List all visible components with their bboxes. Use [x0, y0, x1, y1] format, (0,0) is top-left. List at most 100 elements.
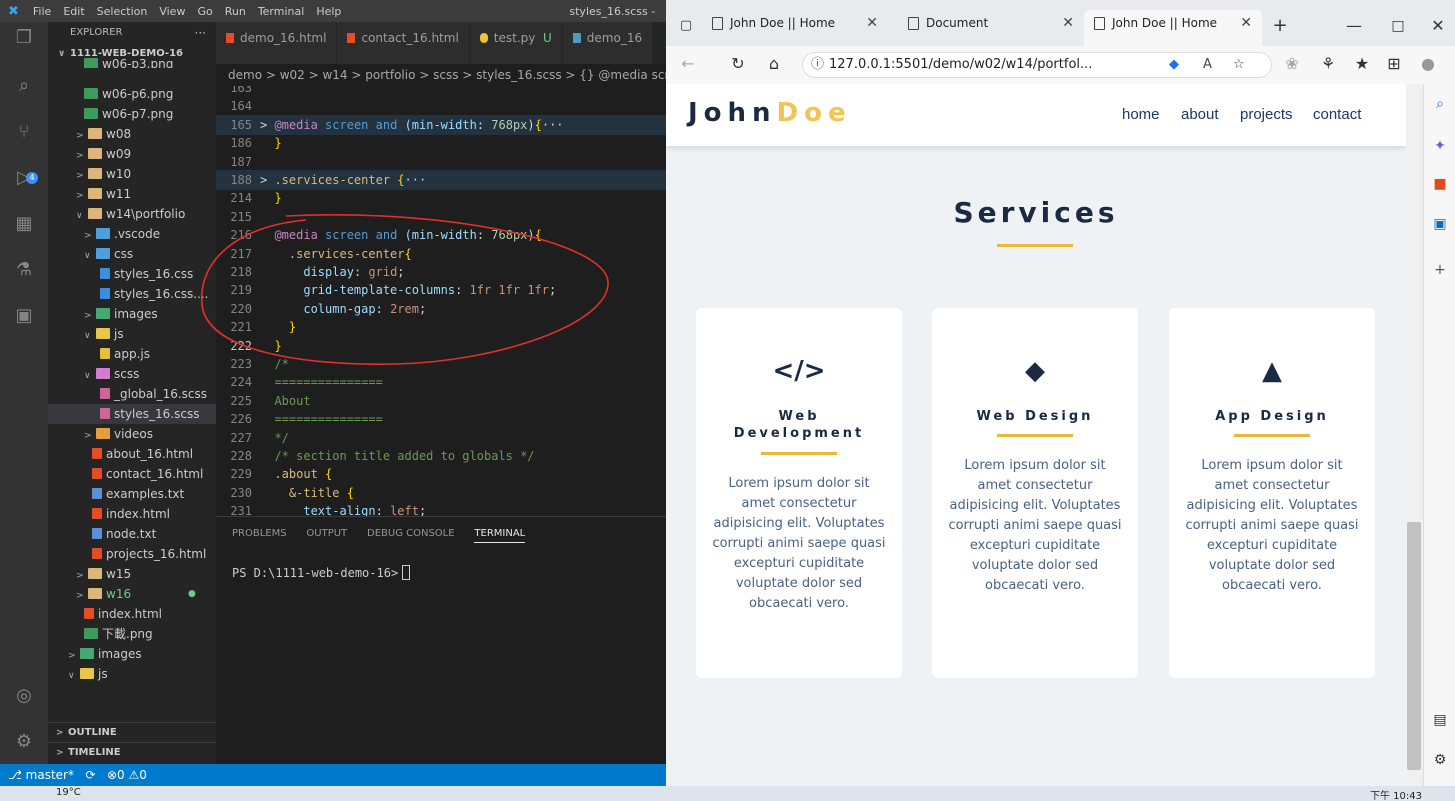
- tree-item[interactable]: examples.txt: [48, 484, 216, 504]
- code-line[interactable]: 217 .services-center{: [216, 244, 666, 264]
- code-line[interactable]: 187: [216, 152, 666, 172]
- warning-count[interactable]: 0: [139, 768, 147, 782]
- explorer-more-icon[interactable]: ···: [195, 22, 206, 44]
- search-icon[interactable]: ⌕: [1430, 94, 1450, 114]
- code-line[interactable]: 228 /* section title added to globals */: [216, 446, 666, 466]
- code-line[interactable]: 164: [216, 96, 666, 116]
- office-icon[interactable]: ■: [1430, 174, 1450, 194]
- menu-go[interactable]: Go: [191, 5, 218, 18]
- tree-item[interactable]: > images: [48, 304, 216, 324]
- extensions-icon[interactable]: ⚘: [1316, 52, 1340, 76]
- close-window-icon[interactable]: ✕: [1426, 14, 1450, 38]
- tab-terminal[interactable]: TERMINAL: [474, 528, 526, 543]
- tree-item[interactable]: styles_16.scss: [48, 404, 216, 424]
- tab-demo-16-html[interactable]: demo_16.html: [216, 22, 338, 64]
- tree-item[interactable]: w06-p3.png: [48, 58, 216, 68]
- tree-item[interactable]: > w15: [48, 564, 216, 584]
- code-line[interactable]: 219 grid-template-columns: 1fr 1fr 1fr;: [216, 280, 666, 300]
- tree-item[interactable]: > .vscode: [48, 224, 216, 244]
- tree-item[interactable]: styles_16.css: [48, 264, 216, 284]
- close-icon[interactable]: ✕: [1240, 10, 1252, 36]
- code-line[interactable]: 220 column-gap: 2rem;: [216, 299, 666, 319]
- tree-item[interactable]: > images: [48, 644, 216, 664]
- tab-contact-16-html[interactable]: contact_16.html: [337, 22, 470, 64]
- code-line[interactable]: 227 */: [216, 428, 666, 448]
- menu-selection[interactable]: Selection: [91, 5, 154, 18]
- tab-problems[interactable]: PROBLEMS: [232, 528, 287, 542]
- site-logo[interactable]: JohnDoe: [688, 98, 852, 128]
- add-sidebar-icon[interactable]: +: [1430, 260, 1450, 280]
- menu-terminal[interactable]: Terminal: [252, 5, 311, 18]
- close-icon[interactable]: ✕: [1062, 10, 1074, 36]
- code-line[interactable]: 221 }: [216, 317, 666, 337]
- tree-item[interactable]: > w08: [48, 124, 216, 144]
- tree-item[interactable]: ∨ w14\portfolio: [48, 204, 216, 224]
- menu-view[interactable]: View: [153, 5, 191, 18]
- code-line[interactable]: 165 > @media screen and (min-width: 768px…: [216, 114, 666, 135]
- menu-run[interactable]: Run: [219, 5, 252, 18]
- tab-actions-icon[interactable]: ▢: [674, 14, 698, 38]
- menu-file[interactable]: File: [27, 5, 57, 18]
- tree-item[interactable]: ∨ scss: [48, 364, 216, 384]
- code-line[interactable]: 188 > .services-center {···: [216, 170, 666, 190]
- favorites-bar-icon[interactable]: ★: [1350, 52, 1374, 76]
- code-line[interactable]: 222 }: [216, 336, 666, 356]
- tree-item[interactable]: ∨ css: [48, 244, 216, 264]
- timeline-section[interactable]: > TIMELINE: [48, 742, 216, 762]
- edge-tab-home-1[interactable]: John Doe || Home ✕: [702, 10, 888, 46]
- breadcrumb[interactable]: demo > w02 > w14 > portfolio > scss > st…: [216, 64, 666, 86]
- tab-debug-console[interactable]: DEBUG CONSOLE: [367, 528, 455, 542]
- scrollbar-thumb[interactable]: [1407, 522, 1421, 770]
- new-tab-icon[interactable]: +: [1268, 14, 1292, 38]
- testing-icon[interactable]: ⚗: [12, 258, 36, 282]
- nav-home[interactable]: home: [1122, 106, 1160, 123]
- run-debug-icon[interactable]: ▷: [12, 166, 36, 190]
- nav-projects[interactable]: projects: [1240, 106, 1293, 123]
- tree-item[interactable]: > w10: [48, 164, 216, 184]
- tree-item[interactable]: app.js: [48, 344, 216, 364]
- extensions-icon[interactable]: ▦: [12, 212, 36, 236]
- tree-item[interactable]: contact_16.html: [48, 464, 216, 484]
- hide-sidebar-icon[interactable]: ▤: [1430, 710, 1450, 730]
- search-icon[interactable]: ⌕: [12, 74, 36, 98]
- tree-item[interactable]: 下載.png: [48, 624, 216, 644]
- code-line[interactable]: 231 text-align: left;: [216, 501, 666, 516]
- tree-item[interactable]: node.txt: [48, 524, 216, 544]
- edge-tab-home-active[interactable]: John Doe || Home ✕: [1084, 10, 1262, 46]
- code-line[interactable]: 225 About: [216, 391, 666, 411]
- maximize-icon[interactable]: □: [1386, 14, 1410, 38]
- sidebar-settings-icon[interactable]: ⚙: [1430, 750, 1450, 770]
- profile-avatar[interactable]: ●: [1416, 52, 1440, 76]
- tree-item[interactable]: _global_16.scss: [48, 384, 216, 404]
- collections-icon[interactable]: ❀: [1280, 52, 1304, 76]
- tree-item[interactable]: about_16.html: [48, 444, 216, 464]
- taskbar-clock[interactable]: 下午 10:43: [1370, 787, 1422, 801]
- accounts-icon[interactable]: ◎: [12, 684, 36, 708]
- nav-contact[interactable]: contact: [1313, 106, 1361, 123]
- terminal[interactable]: PS D:\1111-web-demo-16>: [232, 565, 411, 580]
- error-count[interactable]: 0: [117, 768, 125, 782]
- weather-temp[interactable]: 19°C: [56, 787, 81, 798]
- edge-tab-document[interactable]: Document ✕: [898, 10, 1084, 46]
- code-line[interactable]: 230 &-title {: [216, 483, 666, 503]
- menu-help[interactable]: Help: [310, 5, 347, 18]
- tab-demo-16-md[interactable]: demo_16: [562, 22, 654, 64]
- code-line[interactable]: 223 /*: [216, 354, 666, 374]
- back-icon[interactable]: ←: [676, 52, 700, 76]
- tree-item[interactable]: w06-p6.png: [48, 84, 216, 104]
- refresh-icon[interactable]: ↻: [726, 52, 750, 76]
- extension-icon[interactable]: ◆: [1169, 53, 1179, 77]
- code-line[interactable]: 214 }: [216, 188, 666, 208]
- code-line[interactable]: 218 display: grid;: [216, 262, 666, 282]
- minimize-icon[interactable]: —: [1342, 14, 1366, 38]
- read-aloud-icon[interactable]: A: [1203, 53, 1212, 77]
- tree-item[interactable]: > w16 ●: [48, 584, 216, 604]
- tree-item[interactable]: > w11: [48, 184, 216, 204]
- git-branch[interactable]: master*: [26, 768, 74, 782]
- tree-item[interactable]: index.html: [48, 604, 216, 624]
- home-icon[interactable]: ⌂: [762, 52, 786, 76]
- tree-item[interactable]: ∨ js: [48, 664, 216, 684]
- tree-item[interactable]: w06-p7.png: [48, 104, 216, 124]
- remote-explorer-icon[interactable]: ▣: [12, 304, 36, 328]
- menu-edit[interactable]: Edit: [57, 5, 90, 18]
